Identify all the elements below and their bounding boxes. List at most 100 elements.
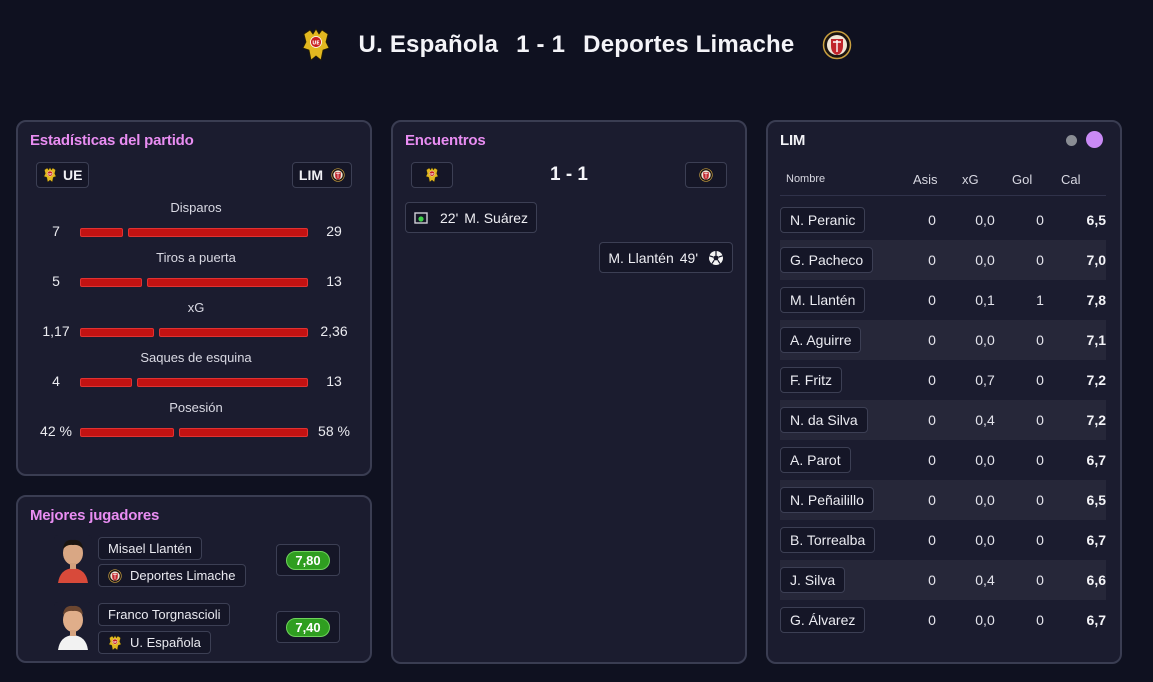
stat-away-value: 13 (326, 273, 342, 289)
player-rating: 7,1 (1086, 332, 1106, 348)
event-minute: 49' (679, 249, 698, 266)
best-player-team-label: Deportes Limache (130, 568, 236, 583)
player-xg: 0,0 (975, 532, 995, 548)
player-row[interactable]: G. Pacheco 0 0,0 0 7,0 (780, 240, 1106, 280)
stat-home-bar (80, 428, 174, 437)
player-xg: 0,0 (975, 212, 995, 228)
player-row[interactable]: A. Aguirre 0 0,0 0 7,1 (780, 320, 1106, 360)
event-player: M. Suárez (464, 209, 529, 226)
stat-label: Saques de esquina (140, 350, 252, 365)
best-player-name[interactable]: Franco Torgnascioli (98, 603, 231, 626)
player-name[interactable]: N. da Silva (780, 407, 868, 433)
best-player-rating: 7,40 (286, 617, 330, 637)
home-team-chip[interactable]: UE (36, 162, 90, 188)
union-espanola-crest-icon (43, 167, 57, 183)
union-espanola-crest-icon (108, 635, 122, 651)
player-name[interactable]: J. Silva (780, 567, 846, 593)
best-player-team[interactable]: U. Española (98, 631, 211, 654)
player-name[interactable]: B. Torrealba (780, 527, 876, 553)
player-xg: 0,0 (975, 332, 995, 348)
stats-title: Estadísticas del partido (30, 132, 194, 149)
player-row[interactable]: F. Fritz 0 0,7 0 7,2 (780, 360, 1106, 400)
player-row[interactable]: A. Parot 0 0,0 0 6,7 (780, 440, 1106, 480)
match-event-away[interactable]: M. Llantén 49' (599, 242, 733, 273)
player-xg: 0,1 (975, 292, 995, 308)
player-avatar[interactable] (54, 602, 92, 650)
player-name[interactable]: G. Álvarez (780, 607, 866, 633)
stat-home-bar (80, 228, 123, 237)
player-assists: 0 (928, 612, 936, 628)
best-player-team[interactable]: Deportes Limache (98, 564, 246, 587)
best-player-name[interactable]: Misael Llantén (98, 537, 202, 560)
team-toggle-away-dot[interactable] (1086, 131, 1103, 148)
player-xg: 0,0 (975, 612, 995, 628)
player-name[interactable]: G. Pacheco (780, 247, 874, 273)
player-goals: 0 (1036, 412, 1044, 428)
stat-home-value: 5 (52, 273, 60, 289)
player-rating: 7,2 (1086, 372, 1106, 388)
player-rating: 6,6 (1086, 572, 1106, 588)
stat-away-bar (147, 278, 308, 287)
stat-away-bar (137, 378, 308, 387)
away-team-chip[interactable]: LIM (291, 162, 352, 188)
player-assists: 0 (928, 412, 936, 428)
header-xg: xG (962, 172, 979, 187)
player-goals: 0 (1036, 492, 1044, 508)
event-minute: 22' (440, 209, 459, 226)
player-goals: 1 (1036, 292, 1044, 308)
player-assists: 0 (928, 212, 936, 228)
team-toggle-home-dot[interactable] (1066, 135, 1077, 146)
stat-home-bar (80, 278, 142, 287)
player-assists: 0 (928, 372, 936, 388)
player-name[interactable]: A. Aguirre (780, 327, 862, 353)
player-name[interactable]: N. Peñailillo (780, 487, 874, 513)
lineup-card: LIM Nombre Asis xG Gol Cal N. Peranic 0 0,… (766, 120, 1122, 664)
player-xg: 0,4 (975, 412, 995, 428)
away-crest-chip[interactable] (685, 162, 727, 188)
match-stats-card: Estadísticas del partido UE LIM Disparos… (16, 120, 372, 476)
match-event-home[interactable]: 22' M. Suárez (405, 202, 538, 233)
encounters-title: Encuentros (405, 132, 486, 149)
player-row[interactable]: J. Silva 0 0,4 0 6,6 (780, 560, 1106, 600)
header-rating: Cal (1061, 172, 1081, 187)
player-row[interactable]: G. Álvarez 0 0,0 0 6,7 (780, 600, 1106, 640)
home-team-name: U. Española (358, 31, 499, 58)
player-rating: 6,7 (1086, 452, 1106, 468)
player-goals: 0 (1036, 452, 1044, 468)
stat-away-value: 58 % (318, 423, 350, 439)
player-assists: 0 (928, 292, 936, 308)
deportes-limache-crest-icon (822, 28, 852, 62)
player-row[interactable]: M. Llantén 0 0,1 1 7,8 (780, 280, 1106, 320)
deportes-limache-crest-icon (331, 167, 345, 183)
stat-away-value: 29 (326, 223, 342, 239)
player-assists: 0 (928, 452, 936, 468)
player-name[interactable]: N. Peranic (780, 207, 866, 233)
away-short-label: LIM (298, 167, 323, 183)
stat-away-bar (128, 228, 308, 237)
player-rating: 7,8 (1086, 292, 1106, 308)
player-goals: 0 (1036, 332, 1044, 348)
header-goals: Gol (1012, 172, 1033, 187)
deportes-limache-crest-icon (108, 568, 122, 584)
stat-home-value: 7 (52, 223, 60, 239)
player-name[interactable]: F. Fritz (780, 367, 842, 393)
player-row[interactable]: N. Peñailillo 0 0,0 0 6,5 (780, 480, 1106, 520)
stat-away-value: 13 (326, 373, 342, 389)
best-player-rating-box: 7,40 (276, 611, 340, 643)
player-goals: 0 (1036, 212, 1044, 228)
stat-home-value: 42 % (40, 423, 72, 439)
encounters-card: Encuentros 1 - 1 22' M. Suárez M. Llanté… (391, 120, 747, 664)
player-name[interactable]: A. Parot (780, 447, 851, 473)
player-rating: 6,5 (1086, 492, 1106, 508)
player-row[interactable]: B. Torrealba 0 0,0 0 6,7 (780, 520, 1106, 560)
player-xg: 0,0 (975, 252, 995, 268)
player-name[interactable]: M. Llantén (780, 287, 866, 313)
best-player-rating-box: 7,80 (276, 544, 340, 576)
player-avatar[interactable] (54, 535, 92, 583)
player-rating: 6,7 (1086, 532, 1106, 548)
player-row[interactable]: N. Peranic 0 0,0 0 6,5 (780, 200, 1106, 240)
stat-home-value: 1,17 (42, 323, 70, 339)
player-xg: 0,0 (975, 452, 995, 468)
stat-label: Tiros a puerta (156, 250, 236, 265)
player-row[interactable]: N. da Silva 0 0,4 0 7,2 (780, 400, 1106, 440)
